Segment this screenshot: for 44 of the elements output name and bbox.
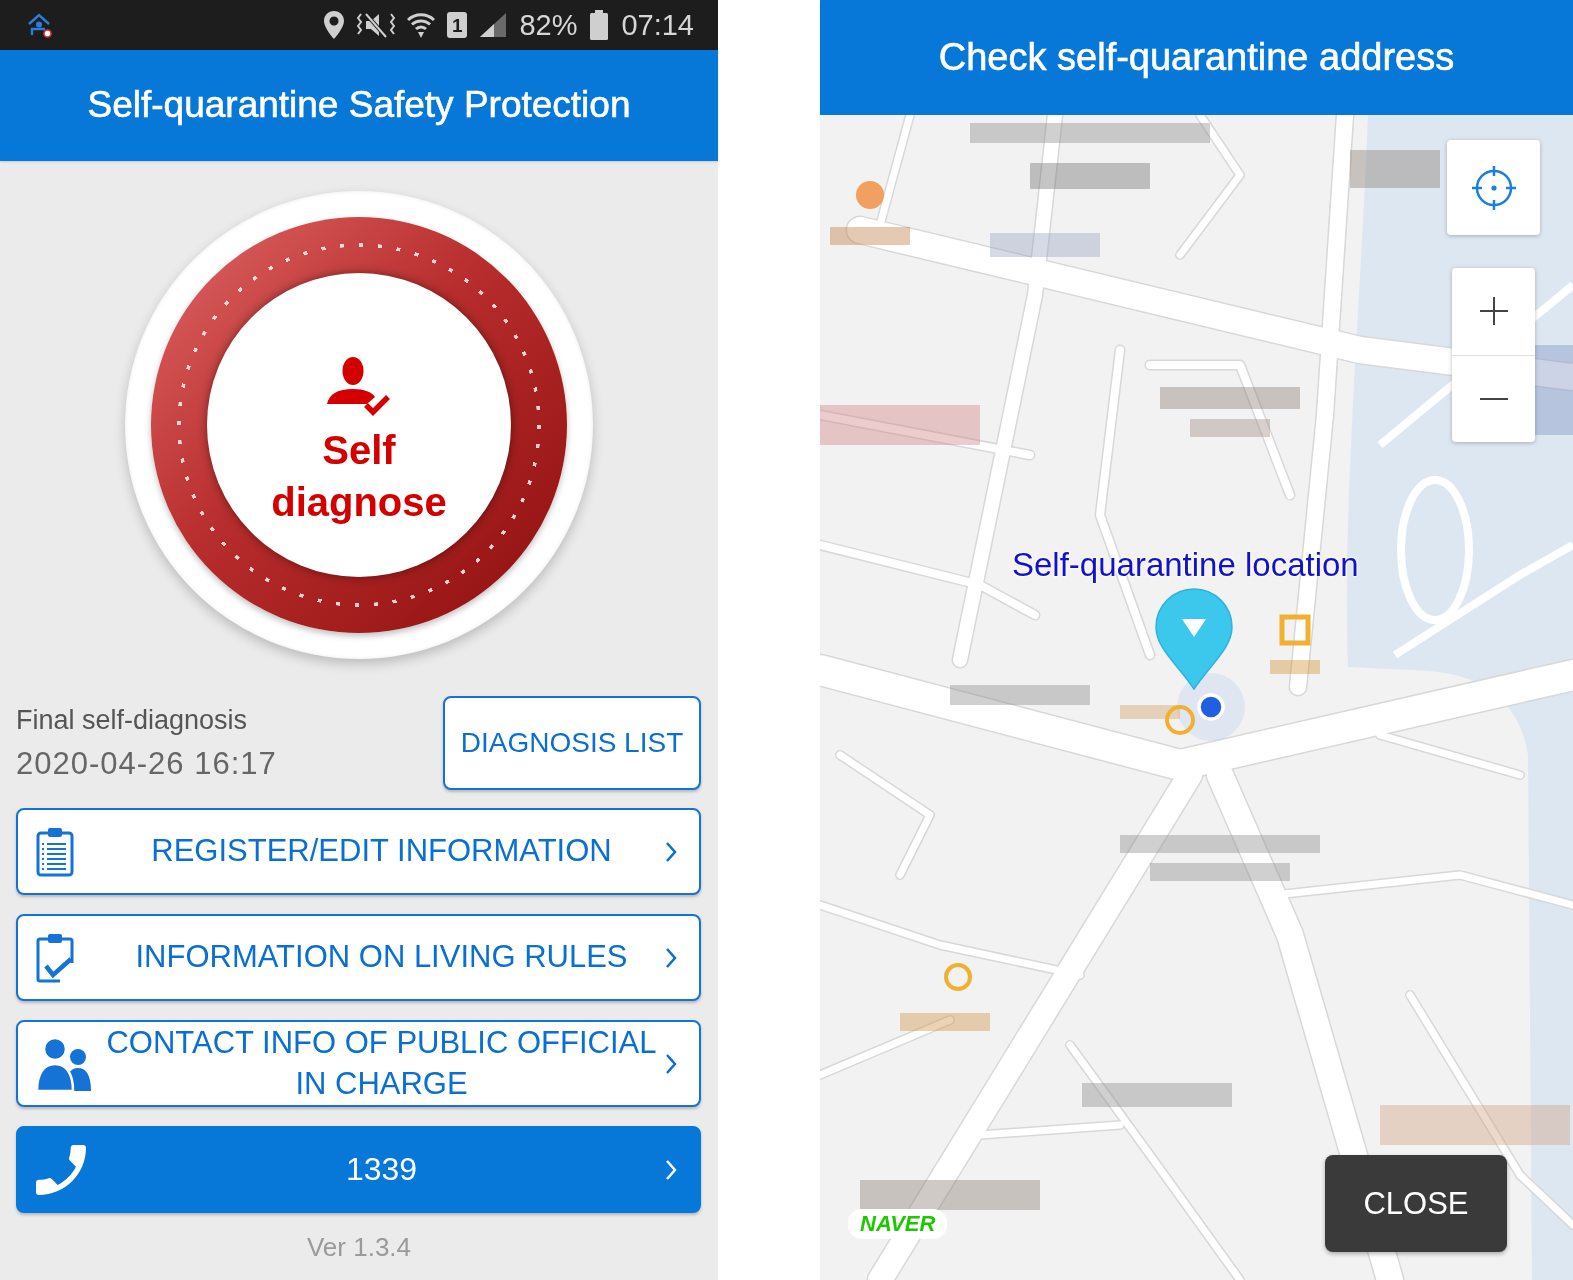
battery-percentage: 82% xyxy=(519,10,578,40)
location-pin-icon xyxy=(1155,588,1233,690)
official-contact-button[interactable]: CONTACT INFO OF PUBLIC OFFICIAL IN CHARGE xyxy=(16,1020,701,1107)
app-bar-title: Self-quarantine Safety Protection xyxy=(87,83,631,128)
version-label: Ver 1.3.4 xyxy=(306,1232,412,1262)
clipboard-check-icon xyxy=(36,932,74,983)
close-button[interactable]: CLOSE xyxy=(1325,1155,1507,1252)
pixelated-map-label xyxy=(1120,705,1180,719)
crosshair-icon xyxy=(1471,165,1516,210)
map-poi-icon xyxy=(1165,705,1195,735)
diagnosis-list-button[interactable]: DIAGNOSIS LIST xyxy=(443,696,701,790)
locate-button[interactable] xyxy=(1447,140,1540,235)
pixelated-map-label xyxy=(1270,660,1320,674)
living-rules-button[interactable]: INFORMATION ON LIVING RULES xyxy=(16,914,701,1001)
minus-icon xyxy=(1479,397,1508,400)
phone-icon xyxy=(36,1144,86,1195)
chevron-icon xyxy=(665,840,677,863)
current-location-dot-icon xyxy=(1197,693,1225,721)
map-poi-icon xyxy=(856,181,884,209)
person-check-icon xyxy=(326,356,392,418)
location-label: Self-quarantine location xyxy=(1012,547,1359,584)
map-poi-icon xyxy=(1279,614,1311,646)
house-icon xyxy=(26,12,52,38)
chevron-icon xyxy=(665,1158,677,1181)
sim-indicator: 1 xyxy=(447,12,468,38)
map-provider-logo: NAVER xyxy=(848,1209,948,1240)
last-diagnosis-label: Final self-diagnosis xyxy=(16,704,249,737)
register-info-button[interactable]: REGISTER/EDIT INFORMATION xyxy=(16,808,701,895)
self-diagnose-button[interactable]: Self diagnose xyxy=(125,191,593,659)
chevron-icon xyxy=(665,946,677,969)
signal-icon xyxy=(479,12,508,38)
battery-icon xyxy=(589,10,610,40)
location-icon xyxy=(323,10,346,40)
clipboard-icon xyxy=(36,826,74,877)
people-icon xyxy=(36,1036,92,1091)
map-poi-icon xyxy=(944,963,972,991)
call-hotline-button[interactable]: 1339 xyxy=(16,1126,701,1213)
app-bar-title: Check self-quarantine address xyxy=(938,34,1455,80)
wifi-icon xyxy=(407,11,436,39)
last-diagnosis-time: 2020-04-26 16:17 xyxy=(16,744,277,782)
muted-speaker-icon xyxy=(357,11,396,39)
clock: 07:14 xyxy=(621,10,694,40)
plus-icon xyxy=(1479,297,1508,326)
chevron-icon xyxy=(665,1052,677,1075)
